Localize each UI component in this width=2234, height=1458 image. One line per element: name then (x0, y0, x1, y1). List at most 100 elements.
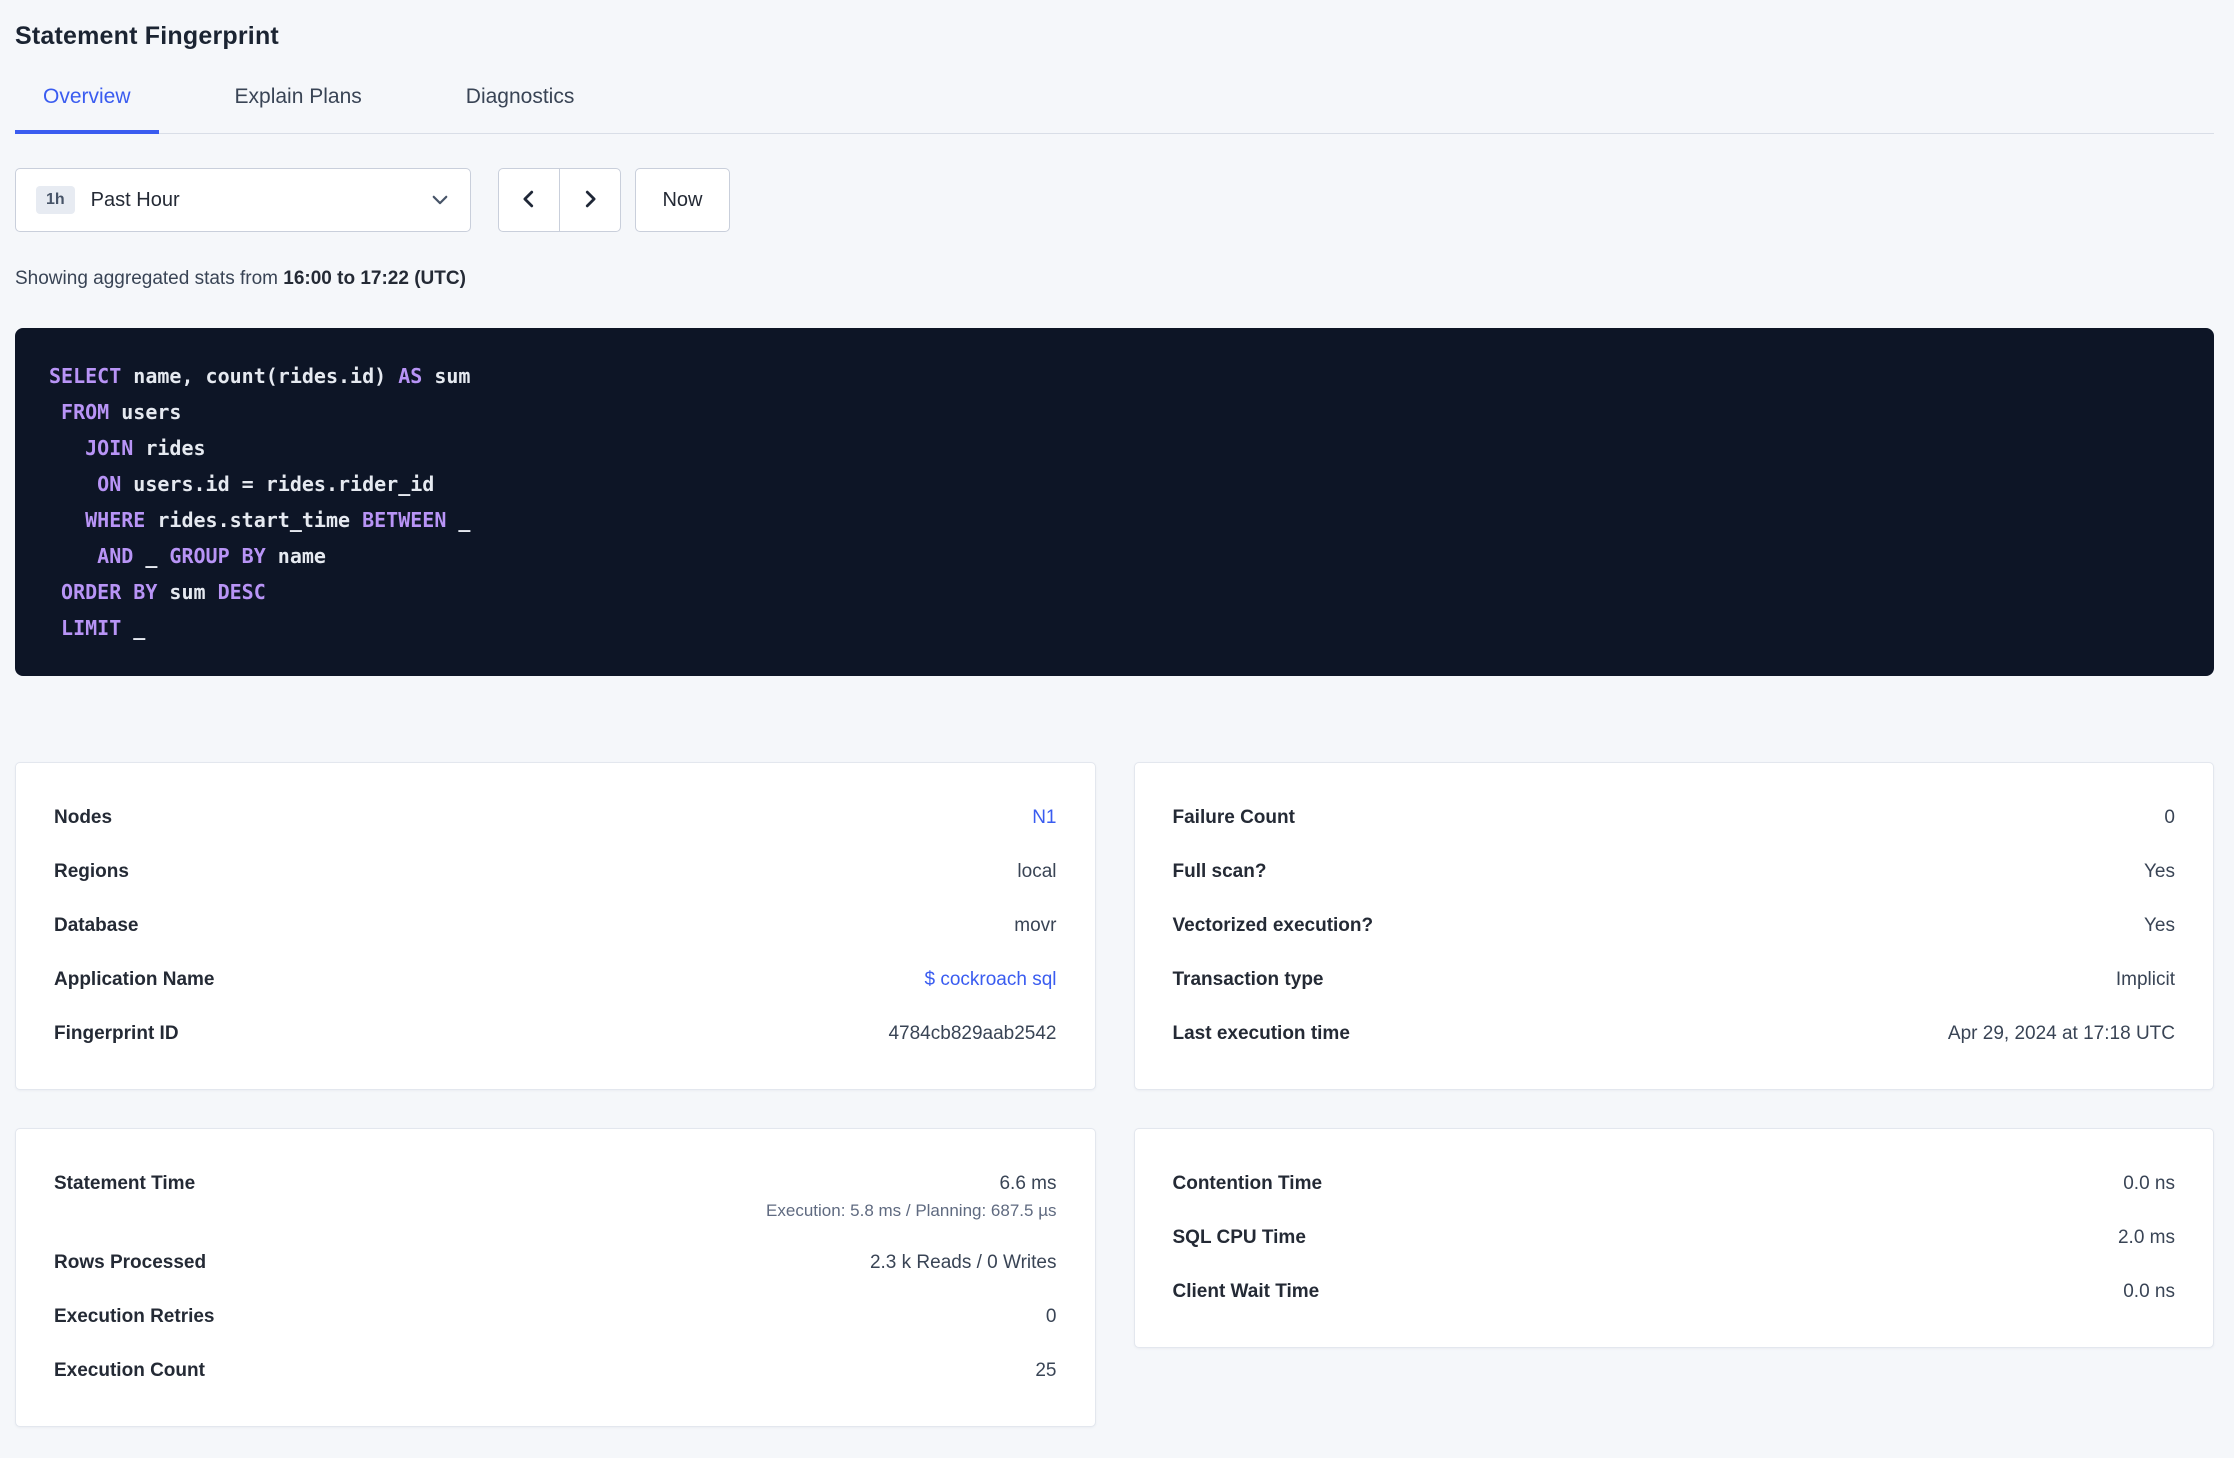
sql-keyword: FROM (61, 400, 110, 424)
summary-row-value-link[interactable]: $ cockroach sql (924, 966, 1056, 994)
sql-text: rides (133, 436, 206, 460)
sql-text: rides.start_time (145, 508, 363, 532)
summary-row-value-link[interactable]: N1 (1032, 804, 1056, 832)
summary-row-label: Transaction type (1172, 969, 1324, 990)
summary-row-value: 0 (2164, 807, 2175, 828)
summary-row-value-group: $ cockroach sql (924, 966, 1056, 994)
summary-row-label: Statement Time (54, 1173, 196, 1194)
summary-row-label: Vectorized execution? (1172, 915, 1374, 936)
time-range-badge: 1h (36, 186, 75, 214)
next-time-button[interactable] (559, 168, 621, 232)
sql-keyword: LIMIT (61, 616, 122, 640)
summary-row: Execution Retries 0 (54, 1290, 1057, 1344)
summary-row-value: 6.6 ms (999, 1173, 1057, 1194)
sql-keyword: SELECT (49, 364, 122, 388)
summary-row-value: movr (1014, 915, 1057, 936)
aggregated-stats-range: 16:00 to 17:22 (UTC) (283, 268, 466, 289)
summary-row: Failure Count 0 (1173, 791, 2176, 845)
summary-row-label: Last execution time (1172, 1023, 1350, 1044)
sql-line: LIMIT _ (49, 610, 2184, 646)
summary-row-value: Yes (2144, 861, 2175, 882)
summary-row: Last execution time Apr 29, 2024 at 17:18… (1173, 1007, 2176, 1061)
summary-row: Transaction type Implicit (1173, 953, 2176, 1007)
sql-keyword: DESC (217, 580, 266, 604)
sql-line: ON users.id = rides.rider_id (49, 466, 2184, 502)
sql-text: _ (121, 616, 146, 640)
summary-row-value: 2.0 ms (2117, 1227, 2175, 1248)
summary-row-value-group: local (1017, 858, 1056, 886)
summary-row-subvalue: Execution: 5.8 ms / Planning: 687.5 µs (766, 1201, 1057, 1220)
summary-row-value-group: 0.0 ns (2123, 1278, 2175, 1306)
summary-row-value-group: 25 (1035, 1357, 1056, 1385)
summary-row-label: Regions (54, 861, 129, 882)
summary-row-value-group: Apr 29, 2024 at 17:18 UTC (1948, 1020, 2175, 1048)
summary-row-value-group: 6.6 ms Execution: 5.8 ms / Planning: 687.… (766, 1170, 1056, 1223)
time-arrow-group (498, 168, 621, 232)
summary-row-value-group: N1 (1032, 804, 1056, 832)
time-range-dropdown[interactable]: 1h Past Hour (15, 168, 471, 232)
sql-text: _ (446, 508, 471, 532)
summary-row-label: Database (54, 915, 139, 936)
tab-bar: Overview Explain Plans Diagnostics (15, 82, 2214, 134)
execution-attributes-card: Failure Count 0 Full scan? Yes Vectorized ex… (1133, 762, 2214, 1090)
timing-stats-card: Statement Time 6.6 ms Execution: 5.8 ms / … (15, 1128, 1096, 1427)
chevron-down-icon (430, 190, 450, 210)
sql-text: sum (422, 364, 471, 388)
chevron-right-icon (579, 188, 601, 213)
summary-row: Nodes N1 (54, 791, 1057, 845)
sql-keyword: BETWEEN (362, 508, 447, 532)
statement-fingerprint-page: Statement Fingerprint Overview Explain Pl… (0, 0, 2234, 1447)
summary-row-label: Contention Time (1172, 1173, 1323, 1194)
sql-line: AND _ GROUP BY name (49, 538, 2184, 574)
summary-row-value: Yes (2144, 915, 2175, 936)
summary-row: Application Name $ cockroach sql (54, 953, 1057, 1007)
summary-row-value-group: 2.3 k Reads / 0 Writes (870, 1249, 1057, 1277)
summary-row-label: Full scan? (1172, 861, 1267, 882)
sql-line: SELECT name, count(rides.id) AS sum (49, 358, 2184, 394)
summary-row-label: Client Wait Time (1172, 1281, 1320, 1302)
summary-row-value: 2.3 k Reads / 0 Writes (869, 1252, 1057, 1273)
summary-row-value: 4784cb829aab2542 (888, 1023, 1057, 1044)
summary-row-label: Fingerprint ID (54, 1023, 179, 1044)
summary-row-value: 0.0 ns (2123, 1173, 2175, 1194)
summary-row: SQL CPU Time 2.0 ms (1173, 1211, 2176, 1265)
tab-diagnostics[interactable]: Diagnostics (438, 82, 603, 134)
summary-row-value-group: 0 (1046, 1303, 1057, 1331)
summary-row-value-group: 4784cb829aab2542 (888, 1020, 1056, 1048)
time-toolbar: 1h Past Hour Now (15, 168, 2214, 232)
prev-time-button[interactable] (498, 168, 560, 232)
summary-row-value-group: movr (1014, 912, 1056, 940)
sql-text: name (265, 544, 326, 568)
now-button[interactable]: Now (635, 168, 730, 232)
summary-row: Full scan? Yes (1173, 845, 2176, 899)
sql-keyword: JOIN (85, 436, 134, 460)
sql-line: FROM users (49, 394, 2184, 430)
summary-row-label: Rows Processed (54, 1252, 207, 1273)
summary-row-value-group: Yes (2144, 912, 2175, 940)
summary-row-value: Apr 29, 2024 at 17:18 UTC (1947, 1023, 2175, 1044)
tab-explain-plans[interactable]: Explain Plans (207, 82, 390, 134)
sql-keyword: AND (97, 544, 134, 568)
summary-row-label: Execution Count (54, 1360, 205, 1381)
summary-row-label: Nodes (54, 807, 113, 828)
summary-row-value: Implicit (2115, 969, 2175, 990)
summary-row-label: SQL CPU Time (1172, 1227, 1306, 1248)
sql-keyword: ON (97, 472, 122, 496)
summary-row-value-group: Yes (2144, 858, 2175, 886)
sql-line: JOIN rides (49, 430, 2184, 466)
summary-row-value-group: 0 (2164, 804, 2175, 832)
sql-keyword: GROUP BY (169, 544, 266, 568)
summary-cards-grid: Nodes N1 Regions local Database movr Applicati… (15, 762, 2214, 1447)
summary-row: Execution Count 25 (54, 1344, 1057, 1398)
sql-text: users.id = rides.rider_id (121, 472, 435, 496)
contention-stats-card: Contention Time 0.0 ns SQL CPU Time 2.0 ms C… (1133, 1128, 2214, 1348)
tab-overview[interactable]: Overview (15, 82, 159, 134)
chevron-left-icon (518, 188, 540, 213)
sql-line: WHERE rides.start_time BETWEEN _ (49, 502, 2184, 538)
sql-text: sum (157, 580, 218, 604)
summary-row-label: Execution Retries (54, 1306, 215, 1327)
summary-row-value-group: Implicit (2116, 966, 2175, 994)
sql-keyword: WHERE (85, 508, 146, 532)
summary-row: Vectorized execution? Yes (1173, 899, 2176, 953)
sql-text: _ (133, 544, 170, 568)
